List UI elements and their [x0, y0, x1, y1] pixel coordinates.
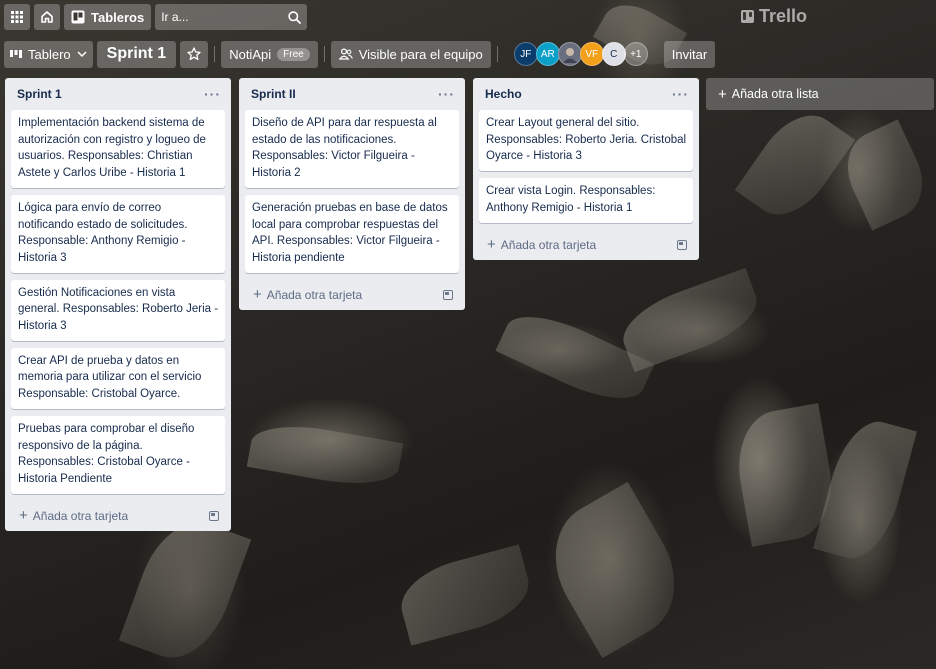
list-title[interactable]: Sprint 1 [17, 87, 62, 101]
card[interactable]: Gestión Notificaciones en vista general.… [11, 279, 225, 341]
add-card-label: Añada otra tarjeta [266, 287, 363, 302]
trello-logo-icon [741, 10, 754, 23]
background-leaf [729, 403, 841, 547]
add-list-button[interactable]: + Añada otra lista [706, 78, 934, 110]
star-icon [187, 47, 201, 61]
list-menu-icon[interactable]: ··· [672, 86, 689, 102]
avatar[interactable]: AR [535, 42, 560, 66]
plus-icon: + [487, 236, 496, 254]
card[interactable]: Diseño de API para dar respuesta al esta… [245, 110, 459, 188]
avatar[interactable]: JF [513, 42, 538, 66]
card[interactable]: Pruebas para comprobar el diseño respons… [11, 415, 225, 494]
add-card-button[interactable]: + Añada otra tarjeta [19, 507, 128, 524]
list-header[interactable]: Hecho ··· [479, 78, 693, 110]
card[interactable]: Crear Layout general del sitio. Responsa… [479, 110, 693, 172]
background-leaf [246, 417, 404, 493]
list-footer: + Añada otra tarjeta [479, 230, 693, 260]
board-header: Tablero Sprint 1 NotiApi Free Visible pa… [0, 40, 936, 68]
team-icon [338, 48, 353, 60]
member-avatars: JF AR VF C +1 [513, 42, 648, 66]
list: Hecho ··· Crear Layout general del sitio… [473, 78, 699, 260]
list-header[interactable]: Sprint 1 ··· [11, 78, 225, 110]
trello-logo-text: Trello [759, 6, 808, 26]
avatar[interactable]: VF [579, 42, 604, 66]
chevron-down-icon [77, 50, 87, 57]
divider [214, 46, 216, 62]
card[interactable]: Generación pruebas en base de datos loca… [245, 194, 459, 273]
star-button[interactable] [180, 40, 209, 68]
plus-icon: + [253, 286, 262, 304]
background-leaf [118, 508, 252, 669]
add-card-button[interactable]: + Añada otra tarjeta [487, 236, 596, 253]
avatar[interactable]: C [601, 42, 626, 66]
home-button[interactable] [34, 4, 60, 30]
boards-button[interactable]: Tableros [64, 4, 152, 30]
card[interactable]: Crear vista Login. Responsables: Anthony… [479, 178, 693, 223]
list: Sprint II ··· Diseño de API para dar res… [239, 78, 465, 310]
add-card-label: Añada otra tarjeta [500, 237, 597, 252]
list: Sprint 1 ··· Implementación backend sist… [5, 78, 231, 531]
plus-icon: + [718, 85, 727, 103]
search-icon[interactable] [288, 10, 302, 24]
list-footer: + Añada otra tarjeta [11, 501, 225, 531]
visibility-label: Visible para el equipo [358, 46, 483, 62]
board-icon [71, 10, 85, 24]
template-icon[interactable] [209, 510, 219, 521]
list-menu-icon[interactable]: ··· [204, 86, 221, 102]
workspace-name: NotiApi [229, 46, 272, 62]
list-footer: + Añada otra tarjeta [245, 280, 459, 310]
avatar[interactable] [557, 42, 582, 66]
add-list-label: Añada otra lista [731, 87, 819, 101]
board-view-switcher[interactable]: Tablero [4, 40, 93, 68]
list-menu-icon[interactable]: ··· [438, 86, 455, 102]
free-badge: Free [277, 47, 310, 61]
background-leaf [532, 481, 698, 659]
user-photo-icon [562, 48, 577, 63]
apps-button[interactable] [4, 4, 30, 30]
background-leaf [613, 267, 767, 373]
template-icon[interactable] [443, 289, 453, 300]
board-view-label: Tablero [28, 46, 71, 62]
more-members-badge[interactable]: +1 [623, 42, 648, 66]
search-input[interactable] [161, 10, 289, 24]
board-view-icon [10, 50, 22, 58]
background-leaf [393, 544, 537, 646]
divider [496, 46, 498, 62]
list-title[interactable]: Sprint II [251, 87, 296, 101]
list-title[interactable]: Hecho [485, 87, 522, 101]
background-leaf [834, 119, 936, 231]
add-card-button[interactable]: + Añada otra tarjeta [253, 286, 362, 303]
template-icon[interactable] [677, 239, 687, 250]
board-title[interactable]: Sprint 1 [96, 40, 177, 68]
invite-button[interactable]: Invitar [663, 40, 716, 68]
trello-logo[interactable]: Trello [741, 6, 807, 27]
plus-icon: + [19, 507, 28, 525]
list-header[interactable]: Sprint II ··· [245, 78, 459, 110]
home-icon [41, 11, 53, 23]
visibility-button[interactable]: Visible para el equipo [330, 40, 491, 68]
card[interactable]: Crear API de prueba y datos en memoria p… [11, 347, 225, 409]
background-leaf [495, 300, 655, 415]
background-leaf [734, 99, 856, 231]
card[interactable]: Lógica para envío de correo notificando … [11, 194, 225, 273]
card[interactable]: Implementación backend sistema de autori… [11, 110, 225, 188]
background-leaf [813, 413, 917, 567]
grid-icon [11, 11, 23, 23]
divider [323, 46, 325, 62]
search-box[interactable] [155, 4, 308, 30]
workspace-button[interactable]: NotiApi Free [221, 40, 318, 68]
add-card-label: Añada otra tarjeta [32, 508, 129, 523]
boards-label: Tableros [91, 9, 145, 25]
